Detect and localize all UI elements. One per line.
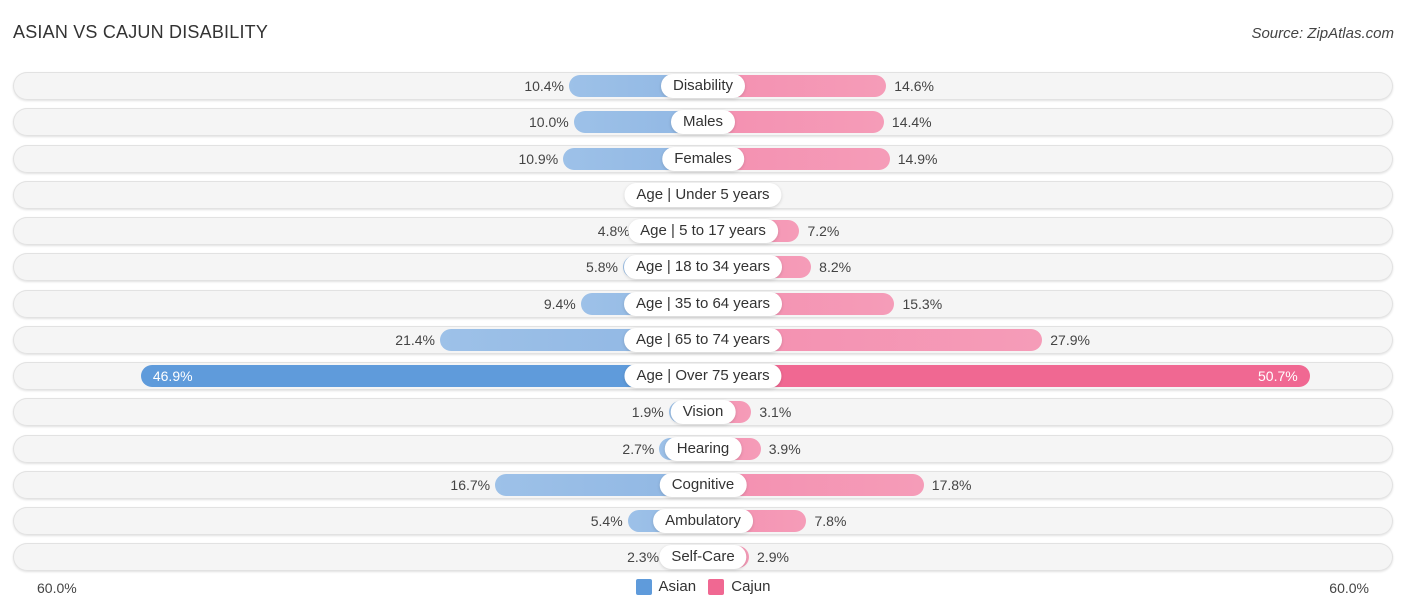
value-label-asian: 2.3% (627, 549, 660, 566)
category-label: Vision (670, 400, 736, 425)
legend-swatch-asian (635, 578, 652, 595)
value-label-cajun: 7.2% (807, 223, 840, 239)
value-label-asian: 5.8% (586, 259, 618, 276)
value-label-asian: 16.7% (450, 476, 491, 493)
legend-swatch-cajun (708, 578, 725, 595)
value-label-asian: 46.9% (152, 368, 193, 384)
value-label-cajun: 2.9% (757, 549, 789, 566)
value-label-cajun: 17.8% (931, 476, 972, 493)
category-label: Ambulatory (653, 509, 753, 533)
value-label-asian: 5.4% (590, 513, 623, 529)
value-label-cajun: 27.9% (1050, 331, 1090, 348)
value-label-cajun: 14.4% (891, 114, 932, 131)
legend-label-asian: Asian (658, 578, 697, 595)
value-label-cajun: 7.8% (814, 513, 847, 529)
value-label-cajun: 8.2% (819, 259, 852, 276)
chart-area: 10.4% 14.6% Disability 10.0% 14.4% Males 10.9%… (0, 0, 1406, 612)
category-label: Females (662, 146, 744, 171)
value-label-cajun: 3.9% (768, 440, 801, 457)
category-label: Age | Over 75 years (624, 364, 782, 388)
value-label-cajun: 15.3% (902, 295, 943, 312)
category-label: Hearing (664, 436, 742, 461)
value-label-asian: 1.9% (631, 404, 664, 421)
category-label: Age | 5 to 17 years (628, 219, 778, 243)
value-label-asian: 9.4% (543, 295, 576, 312)
value-label-cajun: 50.7% (1258, 368, 1298, 384)
category-label: Age | 65 to 74 years (624, 327, 782, 352)
value-label-cajun: 14.9% (897, 150, 938, 167)
category-label: Cognitive (659, 472, 747, 497)
category-label: Age | 35 to 64 years (624, 291, 782, 316)
legend-item-asian[interactable]: Asian (635, 578, 697, 595)
value-label-cajun: 3.1% (759, 404, 792, 421)
value-label-asian: 21.4% (395, 331, 435, 348)
value-label-asian: 10.4% (524, 78, 565, 94)
category-label: Age | Under 5 years (624, 182, 782, 207)
value-label-asian: 10.9% (518, 150, 559, 167)
category-label: Age | 18 to 34 years (624, 255, 782, 280)
value-label-cajun: 14.6% (894, 78, 934, 94)
category-label: Self-Care (659, 545, 747, 570)
value-label-asian: 4.8% (597, 223, 630, 239)
legend-item-cajun[interactable]: Cajun (708, 578, 770, 595)
category-label: Males (670, 110, 736, 135)
legend: Asian Cajun (0, 578, 1406, 599)
value-label-asian: 10.0% (529, 114, 569, 131)
value-label-asian: 2.7% (622, 440, 655, 457)
category-label: Disability (660, 74, 746, 98)
bar-cajun[interactable] (691, 365, 1310, 387)
legend-label-cajun: Cajun (731, 578, 771, 595)
